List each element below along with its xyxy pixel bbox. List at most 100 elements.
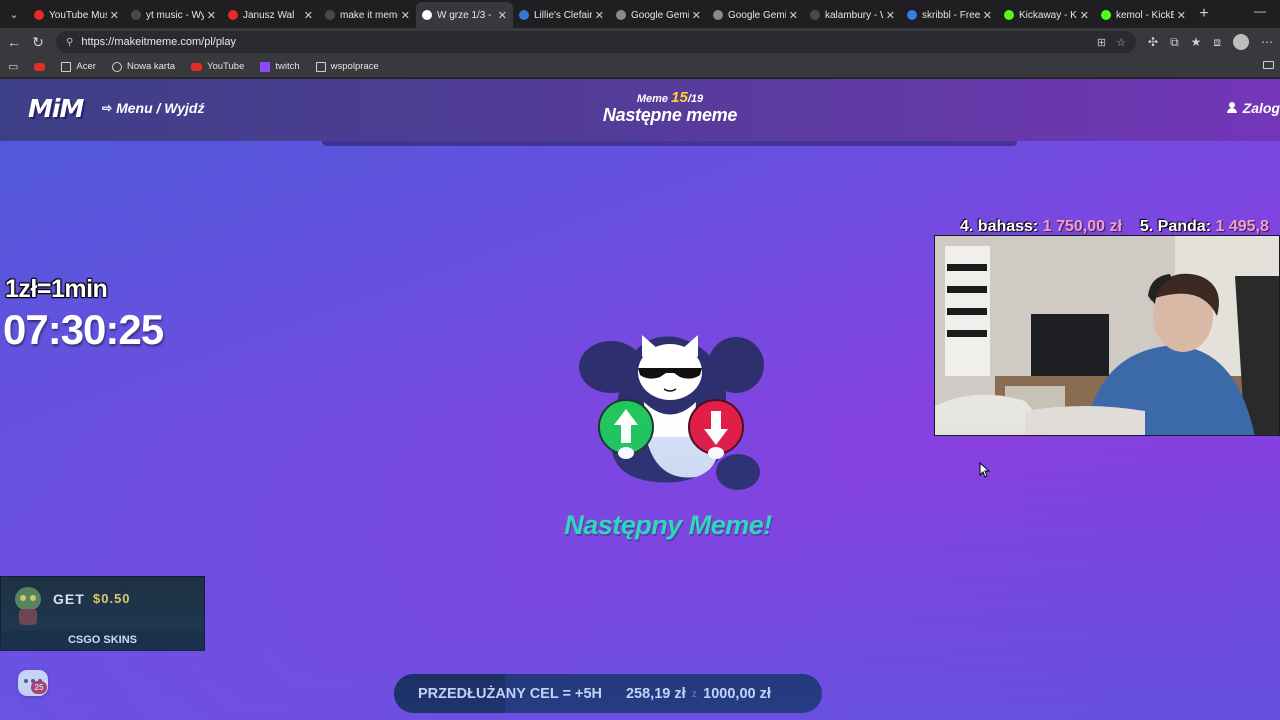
browser-tab[interactable]: Janusz Wal ✕ (222, 2, 319, 28)
twitch-icon (260, 61, 271, 72)
tab-title: W grze 1/3 - M (437, 9, 495, 21)
browser-tab[interactable]: kalambury - Wi✕ (804, 2, 901, 28)
round-counter: Meme 15/19 (540, 89, 800, 106)
browser-tab[interactable]: yt music - Wys✕ (125, 2, 222, 28)
browser-tab[interactable]: make it meme ✕ (319, 2, 416, 28)
browser-tab-bar: ⌄ YouTube Music✕yt music - Wys✕Janusz Wa… (0, 0, 1280, 28)
chat-unread-badge: 25 (31, 681, 47, 694)
user-icon (1226, 102, 1237, 114)
tab-title: Kickaway - Kick (1019, 9, 1077, 21)
tab-close-icon[interactable]: ✕ (110, 9, 119, 22)
collections-icon[interactable]: ⧈ (1213, 35, 1221, 50)
menu-exit-label: Menu / Wyjdź (116, 100, 205, 116)
reload-button[interactable]: ↻ (26, 34, 50, 51)
chat-widget-button[interactable]: 25 (18, 670, 48, 696)
folder-icon (315, 61, 326, 72)
tab-favicon-icon (1004, 10, 1014, 20)
downvote-icon (688, 399, 744, 455)
ad-get-text: GET (53, 591, 85, 607)
donor-amount: 1 495,8 (1215, 218, 1269, 235)
bookmark-label: YouTube (207, 61, 245, 72)
bookmark-item[interactable]: twitch (260, 61, 300, 72)
bookmark-item[interactable]: YouTube (191, 61, 244, 72)
site-logo[interactable]: MiM (28, 94, 84, 123)
browser-tab[interactable]: skribbl - Free M✕ (901, 2, 998, 28)
bookmark-star-icon[interactable]: ☆ (1116, 36, 1126, 49)
url-text: https://makeitmeme.com/pl/play (81, 36, 236, 48)
other-favorites-folder-icon[interactable] (1263, 61, 1274, 72)
tab-list-button[interactable]: ⌄ (0, 0, 28, 28)
tab-close-icon[interactable]: ✕ (401, 9, 410, 22)
new-tab-button[interactable]: + (1192, 5, 1216, 23)
exit-icon: ⇨ (102, 101, 113, 115)
browser-tab[interactable]: Lillie's Clefairy ✕ (513, 2, 610, 28)
tab-favicon-icon (907, 10, 917, 20)
youtube-icon (191, 62, 203, 71)
browser-tab[interactable]: Google Gemini✕ (610, 2, 707, 28)
tab-close-icon[interactable]: ✕ (207, 9, 216, 22)
tab-close-icon[interactable]: ✕ (304, 9, 313, 22)
tab-title: yt music - Wys (146, 9, 204, 21)
bookmark-label: Nowa karta (126, 61, 176, 72)
bookmark-label: twitch (275, 61, 300, 72)
tab-title: skribbl - Free M (922, 9, 980, 21)
profile-avatar[interactable] (1233, 34, 1250, 50)
round-total: /19 (687, 93, 704, 105)
tab-close-icon[interactable]: ✕ (1080, 9, 1089, 22)
bookmark-item[interactable] (34, 62, 46, 71)
minimize-window-button[interactable]: — (1254, 4, 1266, 18)
login-label: Zalog (1242, 100, 1280, 116)
donor-name: 5. Panda: (1139, 218, 1212, 235)
header-tab-shadow (322, 141, 1017, 146)
ad-amount: $0.50 (93, 591, 131, 606)
round-indicator: Meme 15/19 Następne meme (540, 89, 800, 126)
browser-tab[interactable]: YouTube Music✕ (28, 2, 125, 28)
tab-favicon-icon (325, 10, 335, 20)
extensions-icon[interactable]: ✣ (1148, 35, 1158, 49)
subathon-timer: 07:30:25 (3, 306, 164, 353)
bookmark-label: Acer (76, 61, 96, 72)
more-options-icon[interactable]: ⋯ (1261, 35, 1273, 49)
tab-close-icon[interactable]: ✕ (983, 9, 992, 22)
tab-close-icon[interactable]: ✕ (1177, 9, 1186, 22)
tab-close-icon[interactable]: ✕ (886, 9, 895, 22)
tab-close-icon[interactable]: ✕ (498, 9, 507, 22)
tab-title: kalambury - Wi (825, 9, 883, 21)
tab-favicon-icon (810, 10, 820, 20)
round-current: 15 (671, 89, 688, 106)
browser-tab[interactable]: Kickaway - Kick✕ (998, 2, 1095, 28)
bookmark-item[interactable]: wspolprace (315, 61, 379, 72)
upvote-icon (598, 399, 654, 455)
app-available-icon[interactable]: ⊞ (1097, 36, 1106, 49)
browser-tab[interactable]: W grze 1/3 - M✕ (416, 2, 513, 28)
favorites-icon[interactable]: ★ (1191, 35, 1202, 49)
donor-name: 4. bahass: (960, 218, 1039, 235)
tab-favicon-icon (616, 10, 626, 20)
address-bar[interactable]: ⚲ https://makeitmeme.com/pl/play ⊞ ☆ (56, 31, 1136, 53)
menu-exit-link[interactable]: ⇨ Menu / Wyjdź (102, 100, 204, 116)
round-label: Meme (636, 93, 669, 105)
cat-vote-illustration (579, 335, 764, 490)
site-header: MiM ⇨ Menu / Wyjdź Meme 15/19 Następne m… (0, 79, 1280, 141)
tab-favicon-icon (422, 10, 432, 20)
tab-favicon-icon (713, 10, 723, 20)
tab-strip: YouTube Music✕yt music - Wys✕Janusz Wal✕… (28, 0, 1192, 28)
reading-mode-icon[interactable]: ▭ (8, 60, 18, 73)
browser-tab[interactable]: kemol - KickBo✕ (1095, 2, 1192, 28)
browser-tab[interactable]: Google Gemini✕ (707, 2, 804, 28)
tab-close-icon[interactable]: ✕ (692, 9, 701, 22)
site-info-icon[interactable]: ⚲ (66, 37, 73, 48)
bookmark-item[interactable]: Acer (61, 61, 96, 72)
web-page: MiM ⇨ Menu / Wyjdź Meme 15/19 Następne m… (0, 79, 1280, 720)
bookmark-item[interactable]: Nowa karta (111, 61, 176, 72)
tab-title: Google Gemini (631, 9, 689, 21)
back-button[interactable]: ← (2, 34, 26, 50)
split-screen-icon[interactable]: ⧉ (1170, 35, 1179, 50)
donor-amount: 1 750,00 zł (1042, 218, 1122, 235)
sponsor-ad[interactable]: GET $0.50 CSGO SKINS (0, 576, 205, 651)
next-meme-mascot (576, 317, 764, 492)
tab-favicon-icon (131, 10, 141, 20)
login-link[interactable]: Zalog (1226, 100, 1280, 116)
tab-close-icon[interactable]: ✕ (789, 9, 798, 22)
tab-close-icon[interactable]: ✕ (595, 9, 604, 22)
